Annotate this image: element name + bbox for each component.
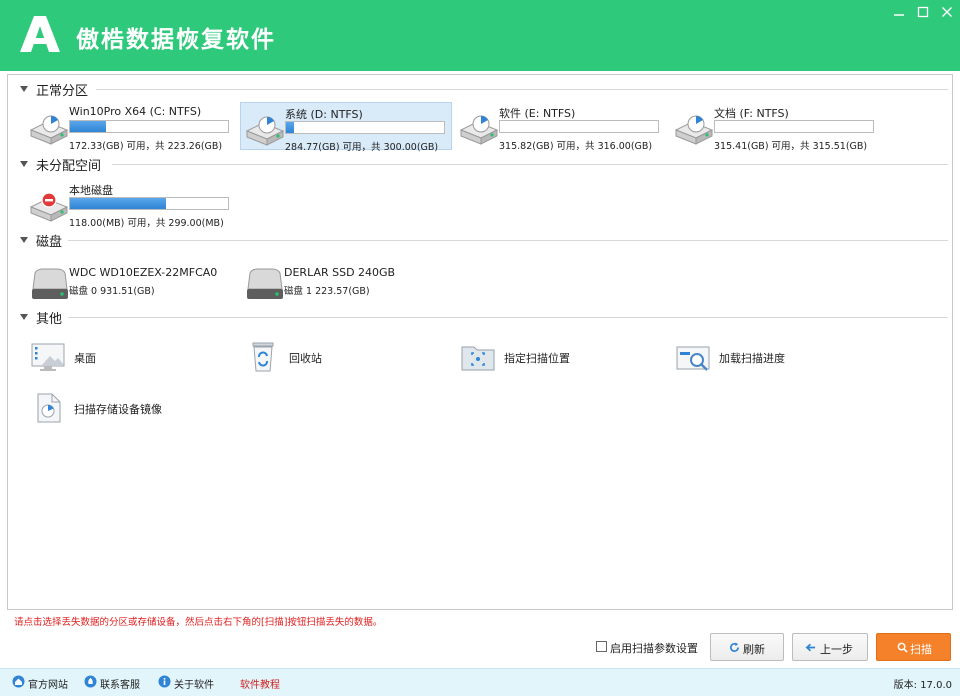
partition-name: 系统 (D: NTFS)	[285, 108, 363, 121]
collapse-arrow-icon[interactable]	[20, 86, 28, 92]
back-button[interactable]: 上一步	[792, 633, 868, 661]
title-bar[interactable]: 傲梏数据恢复软件	[0, 0, 960, 71]
usage-bar-fill	[70, 121, 107, 132]
usage-bar	[499, 120, 659, 133]
partition-drive-icon	[29, 115, 69, 145]
scan-location-item[interactable]: 指定扫描位置	[460, 339, 660, 375]
scan-params-checkbox[interactable]	[596, 641, 607, 652]
other-label: 桌面	[74, 352, 96, 365]
maximize-icon	[917, 6, 929, 18]
disk-name: WDC WD10EZEX-22MFCA0	[69, 266, 218, 279]
section-others[interactable]: 其他	[20, 308, 948, 328]
desktop-icon	[31, 343, 65, 371]
section-title: 其他	[36, 312, 63, 327]
partition-name: 软件 (E: NTFS)	[499, 107, 576, 120]
other-label: 加载扫描进度	[719, 352, 785, 365]
home-icon	[12, 675, 25, 688]
hard-disk-icon	[32, 268, 68, 299]
disk-item[interactable]: DERLAR SSD 240GB 磁盘 1 223.57(GB)	[240, 263, 452, 303]
partition-item[interactable]: Win10Pro X64 (C: NTFS) 172.33(GB) 可用，共 2…	[25, 102, 237, 152]
device-list-panel: 正常分区 Win10Pro X64 (C: NTFS) 172.33(GB) 可…	[7, 74, 953, 610]
partition-capacity: 315.41(GB) 可用，共 315.51(GB)	[714, 141, 868, 152]
divider	[68, 240, 948, 241]
disk-name: DERLAR SSD 240GB	[284, 266, 396, 279]
usage-bar	[285, 121, 445, 134]
usage-bar	[714, 120, 874, 133]
usage-bar-fill	[70, 198, 167, 209]
instruction-text: 请点击选择丢失数据的分区或存储设备，然后点击右下角的[扫描]按钮扫描丢失的数据。	[14, 617, 383, 628]
collapse-arrow-icon[interactable]	[20, 161, 28, 167]
scan-disk-image-item[interactable]: 扫描存储设备镜像	[30, 390, 230, 426]
load-progress-icon	[676, 346, 710, 371]
other-label: 扫描存储设备镜像	[74, 403, 162, 416]
partition-item[interactable]: 软件 (E: NTFS) 315.82(GB) 可用，共 316.00(GB)	[455, 102, 667, 152]
partition-name: Win10Pro X64 (C: NTFS)	[69, 105, 202, 118]
partition-item-selected[interactable]: 系统 (D: NTFS) 284.77(GB) 可用，共 300.00(GB)	[240, 102, 452, 153]
refresh-icon	[730, 642, 739, 652]
other-label: 指定扫描位置	[504, 352, 570, 365]
load-scan-progress-item[interactable]: 加载扫描进度	[675, 339, 875, 375]
section-title: 磁盘	[36, 235, 63, 250]
minimize-icon	[894, 14, 904, 16]
partition-capacity: 172.33(GB) 可用，共 223.26(GB)	[69, 141, 223, 152]
minimize-button[interactable]	[888, 4, 910, 24]
section-unallocated[interactable]: 未分配空间	[20, 155, 948, 175]
arrow-left-icon	[805, 643, 816, 652]
other-label: 回收站	[289, 352, 322, 365]
partition-capacity: 315.82(GB) 可用，共 316.00(GB)	[499, 141, 653, 152]
close-button[interactable]	[936, 4, 958, 24]
partition-drive-icon	[459, 115, 499, 145]
usage-bar	[69, 197, 229, 210]
disk-capacity: 磁盘 0 931.51(GB)	[69, 286, 155, 297]
status-bar: 官方网站 联系客服 关于软件 软件教程 版本: 17.0.0	[0, 668, 960, 696]
maximize-button[interactable]	[912, 4, 934, 24]
support-link[interactable]: 联系客服	[100, 676, 140, 691]
usage-bar	[69, 120, 229, 133]
close-icon	[942, 7, 952, 17]
divider	[112, 164, 948, 165]
scan-params-label[interactable]: 启用扫描参数设置	[610, 640, 698, 656]
unallocated-drive-icon	[29, 192, 69, 222]
partition-capacity: 118.00(MB) 可用，共 299.00(MB)	[69, 218, 224, 229]
about-link[interactable]: 关于软件	[174, 676, 214, 691]
collapse-arrow-icon[interactable]	[20, 237, 28, 243]
section-title: 正常分区	[36, 84, 89, 99]
disk-image-icon	[37, 393, 61, 423]
hard-disk-icon	[247, 268, 283, 299]
divider	[96, 89, 948, 90]
section-partitions[interactable]: 正常分区	[20, 80, 948, 100]
app-title: 傲梏数据恢复软件	[76, 27, 276, 53]
refresh-button[interactable]: 刷新	[710, 633, 784, 661]
partition-drive-icon	[245, 116, 285, 146]
info-icon	[158, 675, 171, 688]
recycle-bin-icon	[252, 342, 274, 372]
back-label: 上一步	[820, 643, 853, 656]
section-disks[interactable]: 磁盘	[20, 231, 948, 251]
scan-desktop-item[interactable]: 桌面	[30, 339, 230, 375]
partition-capacity: 284.77(GB) 可用，共 300.00(GB)	[285, 142, 439, 153]
partition-drive-icon	[674, 115, 714, 145]
app-window: 傲梏数据恢复软件 正常分区 Win10Pro X64 (C: NTFS) 172…	[0, 0, 960, 696]
refresh-label: 刷新	[743, 643, 765, 656]
unallocated-item[interactable]: 本地磁盘 118.00(MB) 可用，共 299.00(MB)	[25, 179, 237, 229]
partition-name: 本地磁盘	[69, 184, 113, 197]
section-title: 未分配空间	[36, 159, 102, 174]
collapse-arrow-icon[interactable]	[20, 314, 28, 320]
version-label: 版本: 17.0.0	[893, 680, 952, 691]
disk-capacity: 磁盘 1 223.57(GB)	[284, 286, 370, 297]
support-icon	[84, 675, 97, 688]
scan-label: 扫描	[910, 643, 932, 656]
scan-button[interactable]: 扫描	[876, 633, 951, 661]
website-link[interactable]: 官方网站	[28, 676, 68, 691]
tutorial-link[interactable]: 软件教程	[240, 676, 280, 691]
partition-name: 文档 (F: NTFS)	[714, 107, 789, 120]
partition-item[interactable]: 文档 (F: NTFS) 315.41(GB) 可用，共 315.51(GB)	[670, 102, 882, 152]
scan-recycle-bin-item[interactable]: 回收站	[245, 339, 445, 375]
disk-item[interactable]: WDC WD10EZEX-22MFCA0 磁盘 0 931.51(GB)	[25, 263, 237, 303]
app-logo-icon	[20, 16, 60, 52]
divider	[68, 317, 948, 318]
folder-scan-icon	[461, 346, 495, 371]
search-icon	[897, 642, 908, 653]
usage-bar-fill	[286, 122, 294, 133]
